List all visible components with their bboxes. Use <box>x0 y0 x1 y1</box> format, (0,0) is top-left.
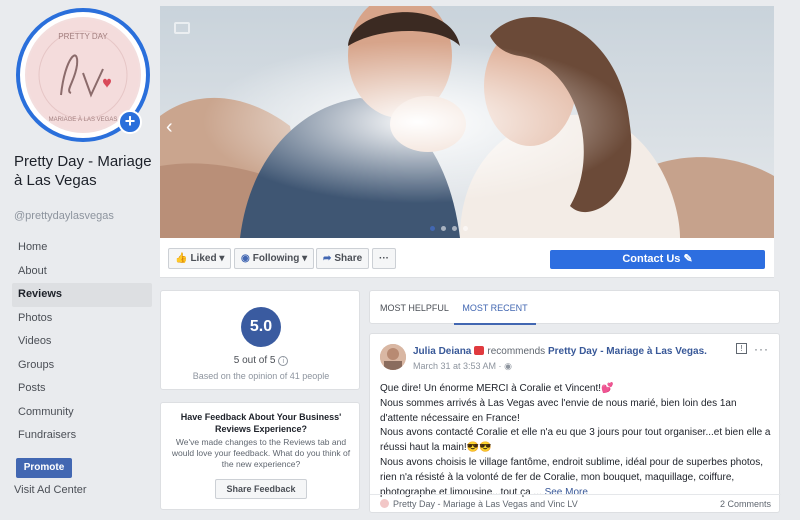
contact-us-label: Contact Us <box>622 253 681 265</box>
review-reactions-text: Pretty Day - Mariage à Las Vegas and Vin… <box>393 499 578 509</box>
more-options-button[interactable]: ··· <box>372 248 396 269</box>
share-icon: ➦ <box>323 253 332 264</box>
recommend-icon <box>474 346 485 355</box>
page-handle[interactable]: @prettydaylasvegas <box>14 210 114 222</box>
pencil-icon: ✎ <box>683 253 693 265</box>
sidebar-item-community[interactable]: Community <box>12 401 152 425</box>
rating-summary: 5.0 5 out of 5 i Based on the opinion of… <box>160 290 360 390</box>
carousel-dots <box>430 226 468 231</box>
share-label: Share <box>334 253 363 264</box>
visit-ad-center-link[interactable]: Visit Ad Center <box>14 484 87 496</box>
carousel-dot[interactable] <box>430 226 435 231</box>
review-line: Que dire! Un énorme MERCI à Coralie et V… <box>380 383 614 394</box>
heart-icon <box>380 499 389 508</box>
page-title: Pretty Day - Mariage à Las Vegas <box>14 153 152 189</box>
review-time-text: March 31 at 3:53 AM · <box>413 361 502 371</box>
tab-most-helpful[interactable]: MOST HELPFUL <box>380 291 449 325</box>
following-label: Following <box>252 253 300 264</box>
review-timestamp[interactable]: March 31 at 3:53 AM · ◉ <box>413 361 512 372</box>
report-icon[interactable]: ! <box>736 343 747 354</box>
sidebar-item-about[interactable]: About <box>12 260 152 284</box>
sidebar-item-groups[interactable]: Groups <box>12 354 152 378</box>
logo-top-text: PRETTY DAY <box>58 32 108 41</box>
carousel-dot[interactable] <box>463 226 468 231</box>
feedback-card: Have Feedback About Your Business' Revie… <box>160 402 360 510</box>
comments-count[interactable]: 2 Comments <box>720 499 771 509</box>
sidebar-item-reviews[interactable]: Reviews <box>12 283 152 307</box>
camera-icon[interactable] <box>174 22 190 34</box>
liked-button[interactable]: 👍 Liked ▾ <box>168 248 232 269</box>
contact-us-button[interactable]: Contact Us ✎ <box>550 250 765 269</box>
review-target[interactable]: Pretty Day - Mariage à Las Vegas. <box>548 346 707 357</box>
feedback-title: Have Feedback About Your Business' Revie… <box>180 412 342 434</box>
review-footer: Pretty Day - Mariage à Las Vegas and Vin… <box>370 494 781 514</box>
following-button[interactable]: ◉ Following ▾ <box>234 248 315 269</box>
page-nav: Home About Reviews Photos Videos Groups … <box>12 236 152 448</box>
review-line: Nous avons contacté Coralie et elle n'a … <box>380 427 771 454</box>
rss-icon: ◉ <box>241 253 250 264</box>
reviewer-name[interactable]: Julia Deiana <box>413 346 471 357</box>
review-text: Que dire! Un énorme MERCI à Coralie et V… <box>380 382 772 500</box>
sidebar-item-posts[interactable]: Posts <box>12 377 152 401</box>
globe-icon: ◉ <box>504 361 512 371</box>
cover-photo[interactable]: ‹ <box>160 6 774 238</box>
avatar[interactable] <box>380 344 406 370</box>
carousel-dot[interactable] <box>441 226 446 231</box>
promote-button[interactable]: Promote <box>16 458 72 478</box>
rating-basis: Based on the opinion of 41 people <box>192 371 330 381</box>
left-sidebar: PRETTY DAY MARIAGE À LAS VEGAS + Pretty … <box>0 0 158 520</box>
carousel-dot[interactable] <box>452 226 457 231</box>
feedback-body: We've made changes to the Reviews tab an… <box>171 437 351 469</box>
page-action-bar: 👍 Liked ▾ ◉ Following ▾ ➦ Share ··· Contact… <box>160 238 774 278</box>
share-button[interactable]: ➦ Share <box>316 248 370 269</box>
review-header: Julia Deiana recommends Pretty Day - Mari… <box>413 346 707 357</box>
rating-out-of-text: 5 out of 5 <box>233 355 276 366</box>
sidebar-item-photos[interactable]: Photos <box>12 307 152 331</box>
rating-out-of: 5 out of 5 i <box>161 355 361 366</box>
logo-bottom-text: MARIAGE À LAS VEGAS <box>49 116 118 123</box>
share-feedback-button[interactable]: Share Feedback <box>215 479 307 499</box>
sidebar-item-videos[interactable]: Videos <box>12 330 152 354</box>
chevron-left-icon[interactable]: ‹ <box>166 116 173 139</box>
review-tabs: MOST HELPFUL MOST RECENT <box>369 290 780 325</box>
liked-label: Liked <box>190 253 217 264</box>
info-icon[interactable]: i <box>278 356 289 366</box>
tab-most-recent[interactable]: MOST RECENT <box>454 291 536 325</box>
sidebar-item-fundraisers[interactable]: Fundraisers <box>12 424 152 448</box>
review-verb: recommends <box>487 346 546 357</box>
rating-score: 5.0 <box>241 307 281 347</box>
review-line: Nous sommes arrivés à Las Vegas avec l'e… <box>380 397 737 424</box>
add-photo-icon[interactable]: + <box>118 110 142 134</box>
more-icon[interactable]: ··· <box>754 342 769 356</box>
sidebar-item-home[interactable]: Home <box>12 236 152 260</box>
review-reactions[interactable]: Pretty Day - Mariage à Las Vegas and Vin… <box>380 499 578 509</box>
review-card: Julia Deiana recommends Pretty Day - Mari… <box>369 333 781 514</box>
thumbs-up-icon: 👍 <box>175 253 188 264</box>
